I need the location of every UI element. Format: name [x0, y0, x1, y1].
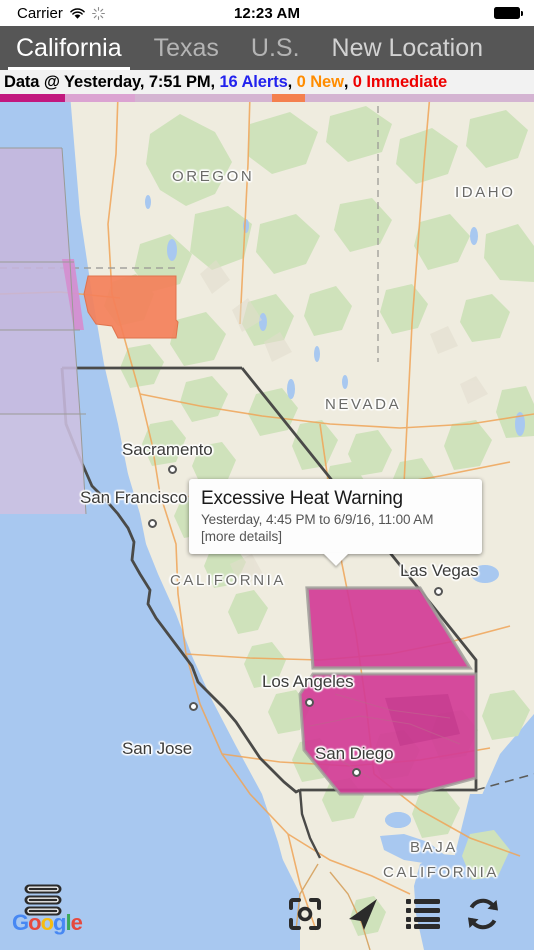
data-status-bar[interactable]: Data @ Yesterday, 7:51 PM, 16 Alerts, 0 …: [0, 70, 534, 94]
alert-callout[interactable]: Excessive Heat Warning Yesterday, 4:45 P…: [189, 479, 482, 566]
tab-bar: California Texas U.S. New Location: [0, 26, 534, 70]
data-timestamp: Data @ Yesterday, 7:51 PM,: [4, 72, 215, 91]
navigate-button[interactable]: [340, 892, 386, 936]
map-label-california: CALIFORNIA: [170, 572, 287, 589]
tab-california-label: California: [16, 33, 122, 62]
map-marker-los-angeles: [305, 698, 314, 707]
alerts-count: 16 Alerts: [219, 72, 288, 91]
new-count: 0 New: [296, 72, 344, 91]
comma-1: ,: [287, 72, 293, 91]
list-icon: [406, 899, 440, 929]
strip-segment-orange: [272, 94, 305, 102]
callout-more-details-link[interactable]: [more details]: [201, 528, 471, 545]
navigation-arrow-icon: [349, 899, 377, 930]
alert-list-button[interactable]: [400, 892, 446, 936]
bottom-toolbar: Google: [0, 880, 534, 950]
tab-us[interactable]: U.S.: [235, 26, 316, 70]
tab-us-label: U.S.: [250, 33, 300, 62]
map-marker-san-jose: [189, 702, 198, 711]
refresh-icon: [468, 898, 498, 930]
map-marker-sacramento: [168, 465, 177, 474]
comma-2: ,: [343, 72, 349, 91]
immediate-count: 0 Immediate: [352, 72, 448, 91]
strip-segment-lavender-1: [135, 94, 272, 102]
status-bar-time: 12:23 AM: [233, 4, 301, 22]
status-bar: Carrier 12:23 AM: [0, 0, 534, 26]
map-label-idaho: IDAHO: [455, 184, 516, 201]
map-label-los-angeles: Los Angeles: [262, 672, 354, 691]
battery-full-icon: [494, 7, 524, 19]
tab-texas-label: Texas: [153, 33, 219, 62]
map-label-san-diego: San Diego: [315, 744, 394, 763]
map-label-baja-california: CALIFORNIA: [383, 864, 500, 881]
map-label-las-vegas: Las Vegas: [400, 561, 479, 580]
callout-pointer: [322, 553, 349, 566]
refresh-button[interactable]: [460, 892, 506, 936]
tab-new-location[interactable]: New Location: [316, 26, 489, 70]
tab-california[interactable]: California: [0, 26, 138, 70]
strip-segment-violet: [65, 94, 135, 102]
focus-target-icon: [289, 898, 321, 930]
tab-new-location-label: New Location: [331, 33, 484, 62]
strip-segment-magenta: [0, 94, 65, 102]
map-marker-san-diego: [352, 768, 361, 777]
map-label-oregon: OREGON: [172, 168, 255, 185]
map-label-san-francisco: San Francisco: [80, 488, 188, 507]
callout-subtitle: Yesterday, 4:45 PM to 6/9/16, 11:00 AM: [201, 512, 434, 527]
map-label-nevada: NEVADA: [325, 396, 402, 413]
map-label-san-jose: San Jose: [122, 739, 193, 758]
status-bar-right: [494, 0, 524, 26]
map-label-baja: BAJA: [410, 839, 458, 856]
tab-texas[interactable]: Texas: [138, 26, 235, 70]
map-marker-las-vegas: [434, 587, 443, 596]
map-marker-san-francisco: [148, 519, 157, 528]
locate-target-button[interactable]: [282, 892, 328, 936]
strip-segment-lavender-2: [305, 94, 534, 102]
callout-title: Excessive Heat Warning: [201, 488, 403, 509]
map-label-sacramento: Sacramento: [122, 440, 213, 459]
map-layers-button[interactable]: [22, 883, 64, 924]
alert-color-strip: [0, 94, 534, 102]
